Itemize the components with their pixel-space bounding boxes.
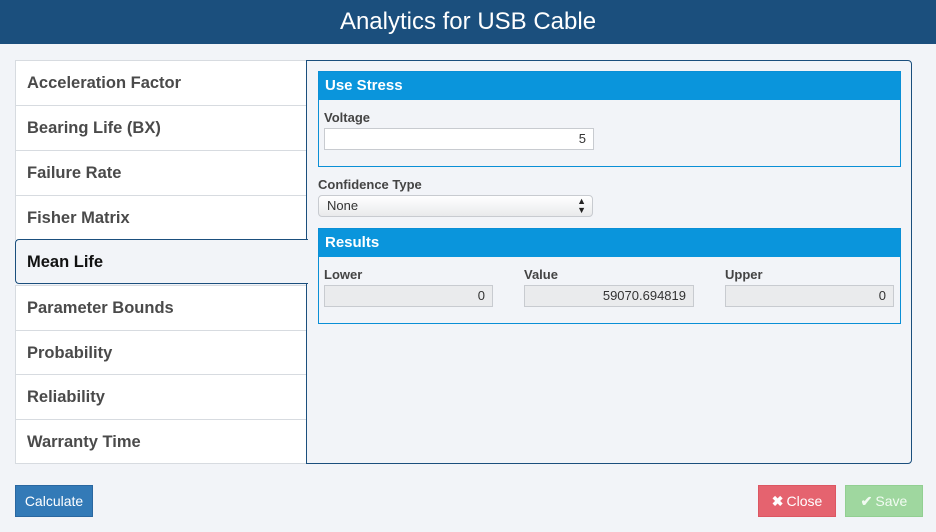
lower-output: 0 <box>324 285 493 307</box>
sidebar-item-bearing-life[interactable]: Bearing Life (BX) <box>15 105 307 150</box>
upper-output: 0 <box>725 285 894 307</box>
confidence-type-select[interactable]: None ▲ ▼ <box>318 195 593 217</box>
dialog-title: Analytics for USB Cable <box>0 0 936 44</box>
sidebar-item-failure-rate[interactable]: Failure Rate <box>15 150 307 195</box>
voltage-input[interactable]: 5 <box>324 128 594 150</box>
save-button[interactable]: ✔ Save <box>845 485 923 517</box>
sidebar-item-fisher-matrix[interactable]: Fisher Matrix <box>15 195 307 240</box>
save-label: Save <box>875 493 908 509</box>
lower-label: Lower <box>324 267 363 282</box>
sidebar-item-probability[interactable]: Probability <box>15 330 307 375</box>
use-stress-section: Use Stress Voltage 5 <box>318 71 901 167</box>
analytics-sidebar: Acceleration Factor Bearing Life (BX) Fa… <box>15 60 308 464</box>
voltage-label: Voltage <box>324 110 370 125</box>
value-output: 59070.694819 <box>524 285 694 307</box>
check-icon: ✔ <box>860 493 873 509</box>
confidence-type-value: None <box>327 198 359 213</box>
sidebar-item-warranty-time[interactable]: Warranty Time <box>15 419 307 464</box>
use-stress-header: Use Stress <box>319 72 900 100</box>
select-arrows-icon: ▲ ▼ <box>577 196 586 215</box>
sidebar-item-parameter-bounds[interactable]: Parameter Bounds <box>15 285 307 330</box>
value-label: Value <box>524 267 558 282</box>
upper-label: Upper <box>725 267 763 282</box>
results-header: Results <box>319 229 900 257</box>
sidebar-item-acceleration-factor[interactable]: Acceleration Factor <box>15 60 307 105</box>
mean-life-panel: Use Stress Voltage 5 Confidence Type Non… <box>306 60 912 464</box>
confidence-type-label: Confidence Type <box>318 177 422 192</box>
close-icon: ✖ <box>771 493 784 509</box>
sidebar-item-reliability[interactable]: Reliability <box>15 374 307 419</box>
close-button[interactable]: ✖ Close <box>758 485 836 517</box>
results-section: Results Lower 0 Value 59070.694819 Upper… <box>318 228 901 324</box>
calculate-button[interactable]: Calculate <box>15 485 93 517</box>
close-label: Close <box>786 493 823 509</box>
sidebar-item-mean-life[interactable]: Mean Life <box>15 239 308 284</box>
